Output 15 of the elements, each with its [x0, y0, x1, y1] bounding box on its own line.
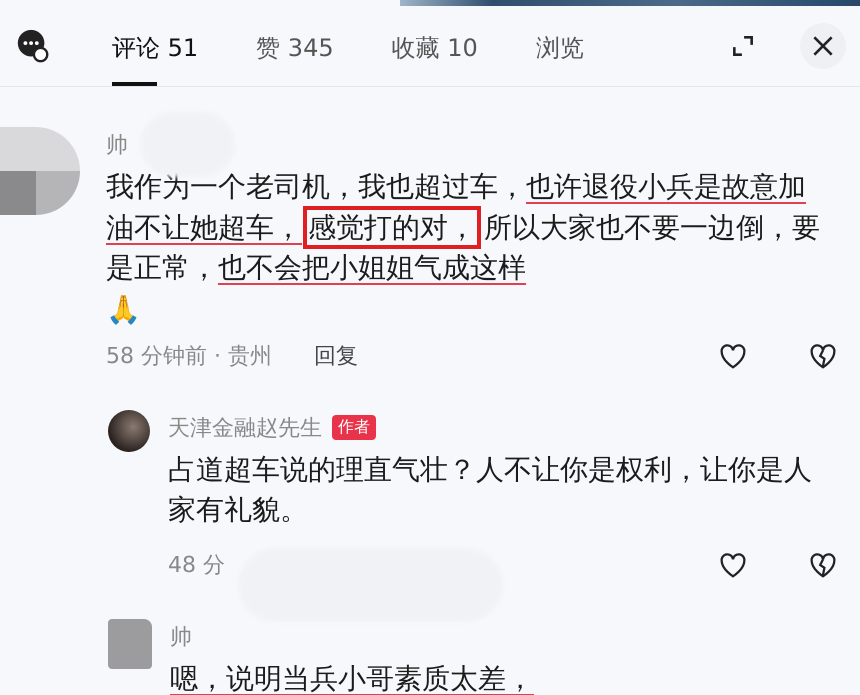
tab[interactable]: 浏览 [536, 6, 584, 86]
avatar[interactable] [108, 410, 150, 452]
comment-text: 占道超车说的理直气壮？人不让你是权利，让你是人家有礼貌。 [168, 452, 813, 528]
comment-text: 嗯，说明当兵小哥素质太差， [170, 660, 535, 695]
reply-link[interactable]: 回复 [308, 340, 364, 372]
comment-time: 48 分 [168, 552, 225, 580]
tab[interactable]: 评论 51 [112, 6, 198, 86]
comment-text: 我作为一个老司机，我也超过车，也许退役小兵是故意加油不让她超车， 感觉打的对， 所以大家也不要一边倒，要是正常，也不会把小姐姐气成这样 [106, 169, 821, 286]
expand-icon[interactable] [730, 33, 756, 59]
emoji: 🙏 [106, 292, 142, 326]
comment-time: 58 分钟前 · 贵州 [106, 342, 272, 371]
close-button[interactable] [800, 23, 846, 69]
tab[interactable]: 赞 345 [256, 6, 334, 86]
tab[interactable]: 收藏 10 [392, 6, 478, 86]
author-badge: 作者 [332, 415, 376, 440]
